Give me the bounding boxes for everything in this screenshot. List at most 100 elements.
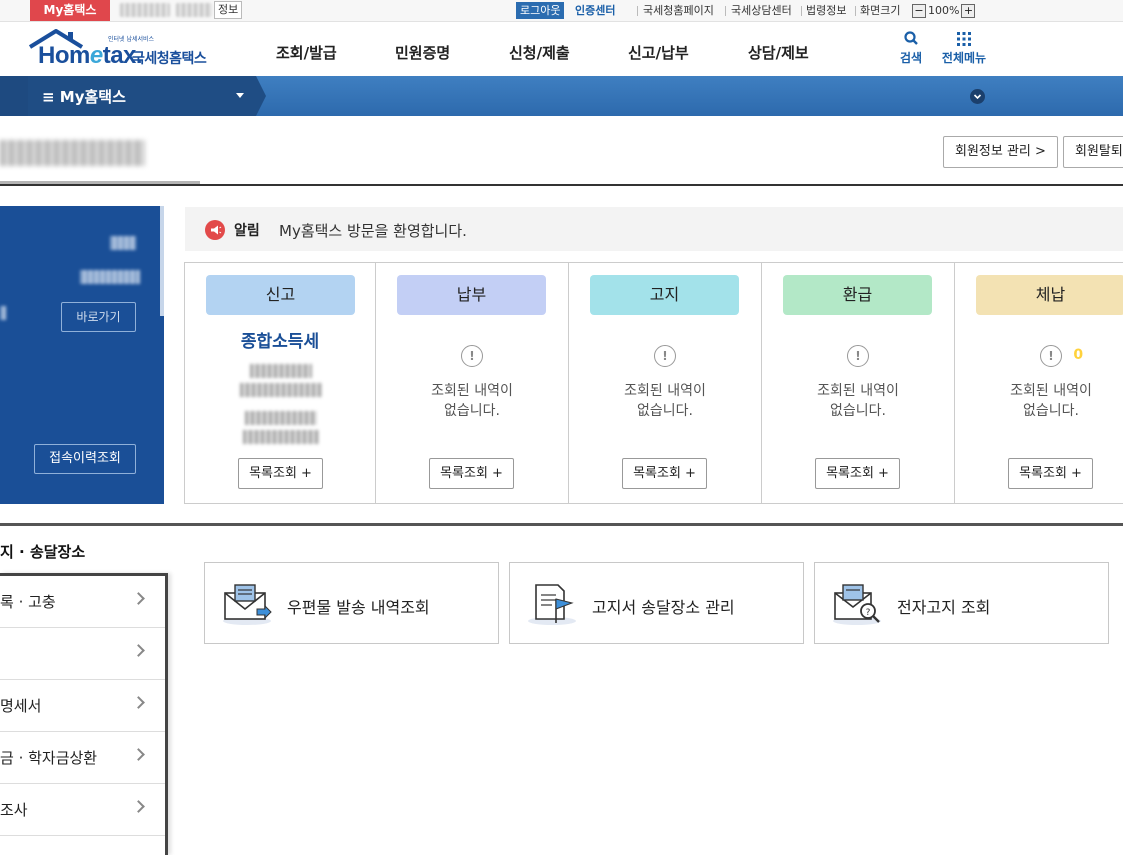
side-menu-item[interactable]: 조사: [0, 784, 165, 836]
util-separator: [637, 6, 638, 16]
access-history-button[interactable]: 접속이력조회: [34, 444, 136, 474]
list-view-button[interactable]: 목록조회 +: [429, 458, 514, 489]
exclamation-icon: !: [461, 345, 483, 367]
gnb-apply-submit[interactable]: 신청/제출: [509, 42, 570, 63]
empty-message: 조회된 내역이없습니다.: [376, 381, 568, 421]
card-header: 고지: [590, 275, 739, 315]
section-divider: [0, 523, 1123, 526]
mail-history-card[interactable]: 우편물 발송 내역조회: [204, 562, 499, 644]
service-label: 고지서 송달장소 관리: [592, 598, 735, 617]
exclamation-icon: !: [847, 345, 869, 367]
empty-message-line: 없습니다.: [444, 403, 500, 419]
mail-search-icon: ?: [833, 584, 881, 625]
grid-menu-icon: [957, 32, 971, 46]
list-view-button[interactable]: 목록조회 +: [238, 458, 323, 489]
zoom-in-button[interactable]: +: [961, 3, 976, 18]
blurred-user-name: [120, 3, 170, 17]
search-button[interactable]: 검색: [881, 30, 941, 66]
gnb-civil-certificate[interactable]: 민원증명: [395, 42, 450, 63]
zoom-control: − 100% +: [912, 2, 976, 19]
user-info-link[interactable]: 정보: [214, 1, 243, 19]
empty-message-line: 없습니다.: [637, 403, 693, 419]
util-separator: [855, 6, 856, 16]
logout-button[interactable]: 로그아웃: [516, 2, 565, 19]
utility-bar: My홈택스 정보 로그아웃 인증센터 국세청홈페이지 국세상담센터 법령정보 화…: [0, 0, 1123, 22]
gnb-consult-report[interactable]: 상담/제보: [748, 42, 809, 63]
withdraw-button[interactable]: 회원탈퇴: [1063, 136, 1123, 168]
empty-message-line: 조회된 내역이: [1010, 383, 1092, 399]
side-menu-item[interactable]: 명세서: [0, 680, 165, 732]
blurred-report-amount: [243, 430, 319, 444]
profile-scrollbar[interactable]: [160, 206, 164, 316]
side-menu-label: 조사: [0, 801, 28, 819]
chevron-right-icon: [132, 748, 145, 761]
gnb-report-pay[interactable]: 신고/납부: [628, 42, 689, 63]
blurred-report-line: [240, 383, 322, 397]
search-label: 검색: [899, 51, 923, 65]
member-info-button[interactable]: 회원정보 관리 >: [943, 136, 1058, 168]
hometax-page: My홈택스 정보 로그아웃 인증센터 국세청홈페이지 국세상담센터 법령정보 화…: [0, 0, 1123, 855]
breadcrumb-arrow: [256, 76, 266, 116]
logo-wordmark-e: e: [89, 42, 103, 69]
blurred-report-line: [245, 411, 317, 425]
empty-message: 조회된 내역이 없습니다.: [569, 381, 761, 421]
card-tax-type[interactable]: 종합소득세: [185, 327, 375, 352]
side-menu-label: 명세서: [0, 697, 42, 715]
empty-message: 조회된 내역이 없습니다.: [762, 381, 954, 421]
logo-wordmark-part: Hom: [38, 42, 90, 69]
nav-expand-button[interactable]: [970, 89, 985, 104]
empty-message-line: 조회된 내역이: [817, 383, 899, 399]
nts-homepage-link[interactable]: 국세청홈페이지: [643, 3, 714, 18]
blurred-page-title: [0, 140, 145, 166]
exclamation-icon: !: [1040, 345, 1062, 367]
list-view-button[interactable]: 목록조회 +: [815, 458, 900, 489]
caret-down-icon: [236, 93, 244, 98]
chevron-right-icon: [132, 800, 145, 813]
card-report: 신고 종합소득세 목록조회 +: [185, 263, 376, 503]
chevron-right-icon: [132, 696, 145, 709]
list-view-button[interactable]: 목록조회 +: [622, 458, 707, 489]
side-menu-item[interactable]: 금 · 학자금상환: [0, 732, 165, 784]
side-menu: 록 · 고충 명세서 금 · 학자금상환 조사: [0, 573, 168, 855]
law-info-link[interactable]: 법령정보: [806, 3, 846, 18]
card-header: 환급: [783, 275, 932, 315]
svg-text:?: ?: [866, 608, 871, 618]
title-divider: [0, 184, 1123, 186]
logo-wordmark: Hometax.: [38, 42, 143, 70]
blurred-user-type: [176, 3, 212, 17]
side-menu-item[interactable]: [0, 628, 165, 680]
card-payment: 납부 ! 조회된 내역이없습니다. 목록조회 +: [376, 263, 569, 503]
card-refund: 환급 ! 조회된 내역이 없습니다. 목록조회 +: [762, 263, 955, 503]
main-header: 인터넷 납세서비스 Hometax. 국세청홈택스 조회/발급 민원증명 신청/…: [0, 22, 1123, 76]
nav-home-segment[interactable]: [0, 76, 28, 116]
notice-message: My홈택스 방문을 환영합니다.: [279, 222, 467, 240]
e-notice-card[interactable]: ? 전자고지 조회: [814, 562, 1109, 644]
card-header: 납부: [397, 275, 546, 315]
all-menu-button[interactable]: 전체메뉴: [934, 30, 994, 66]
empty-message-line: 조회된 내역이: [431, 383, 513, 399]
card-notice-bill: 고지 ! 조회된 내역이 없습니다. 목록조회 +: [569, 263, 762, 503]
empty-message-line: 없습니다.: [1023, 403, 1079, 419]
my-hometax-dropdown-label: ≡ My홈택스: [42, 88, 126, 106]
delivery-place-card[interactable]: 고지서 송달장소 관리: [509, 562, 804, 644]
section-title: 지 · 송달장소: [0, 543, 86, 561]
exclamation-icon: !: [654, 345, 676, 367]
my-hometax-dropdown[interactable]: ≡ My홈택스: [28, 76, 256, 116]
summary-cards: 신고 종합소득세 목록조회 + 납부 ! 조회된 내역이없습니다. 목록조회 +…: [184, 262, 1123, 504]
util-separator: [801, 6, 802, 16]
blurred-user-grade: [80, 270, 140, 284]
list-view-button[interactable]: 목록조회 +: [1008, 458, 1093, 489]
side-menu-item[interactable]: 록 · 고충: [0, 576, 165, 628]
my-hometax-tab[interactable]: My홈택스: [30, 0, 110, 21]
side-menu-label: 록 · 고충: [0, 593, 56, 611]
zoom-out-button[interactable]: −: [912, 3, 926, 18]
counsel-center-link[interactable]: 국세상담센터: [731, 3, 792, 18]
cert-center-link[interactable]: 인증센터: [575, 3, 615, 18]
zoom-level: 100%: [928, 4, 960, 17]
blurred-user-label: [0, 306, 6, 320]
blurred-report-line: [250, 364, 312, 378]
search-icon: [904, 31, 918, 45]
hometax-logo[interactable]: 인터넷 납세서비스 Hometax. 국세청홈택스: [28, 29, 218, 71]
shortcut-button[interactable]: 바로가기: [61, 302, 136, 332]
gnb-inquiry-issue[interactable]: 조회/발급: [276, 42, 337, 63]
